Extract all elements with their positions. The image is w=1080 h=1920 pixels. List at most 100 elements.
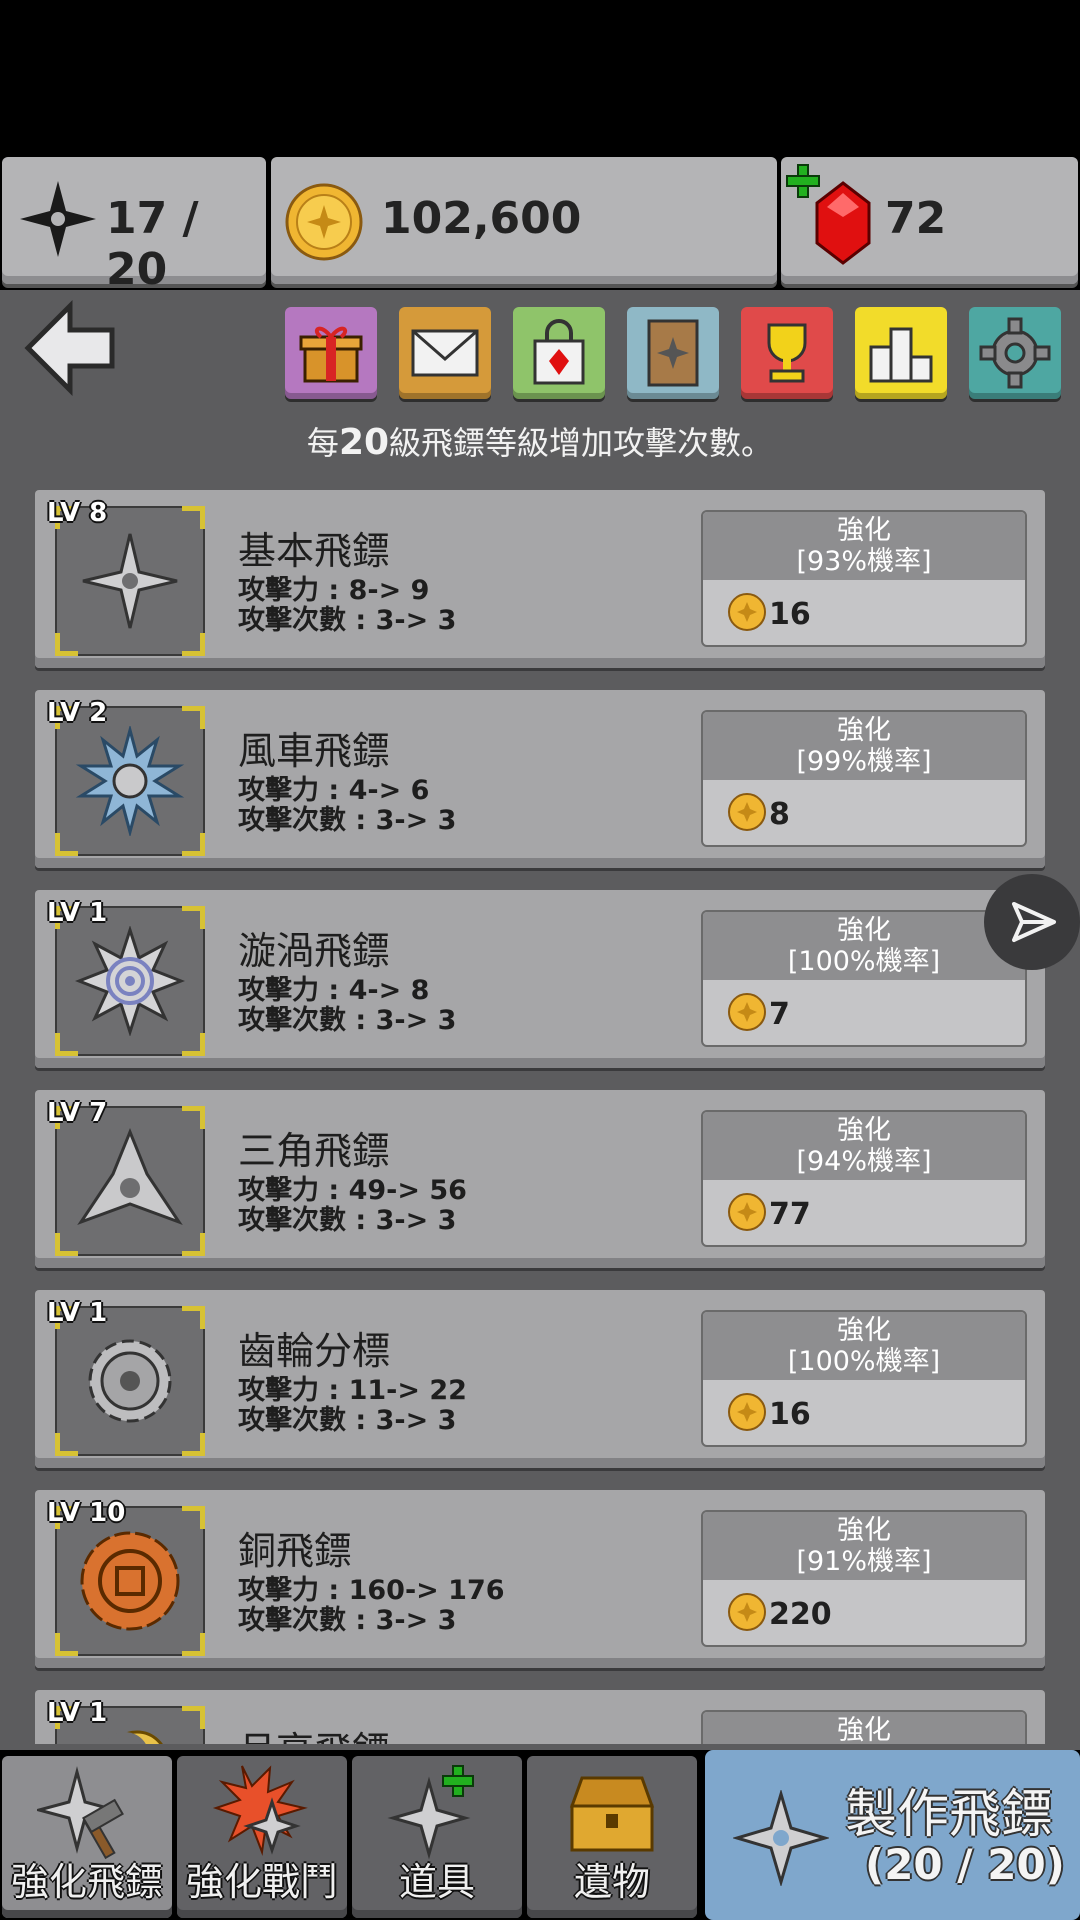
shuriken-card: LV 1 齒輪分標 攻擊力 : 11-> 22 攻擊次數 : 3-> 3 強化[… xyxy=(35,1290,1045,1468)
gem-amount: 72 xyxy=(885,193,947,244)
shuriken-card: LV 1 月亮飛鏢 強化 xyxy=(35,1690,1045,1744)
shuriken-name: 基本飛鏢 xyxy=(238,529,391,573)
level-label: LV 2 xyxy=(47,698,108,728)
upgrade-button[interactable]: 強化 [93%機率] 16 xyxy=(701,510,1027,647)
tab-upgrade-shuriken[interactable]: 強化飛鏢 xyxy=(2,1756,172,1918)
hits-stat: 攻擊次數 : 3-> 3 xyxy=(238,805,457,836)
shuriken-name: 三角飛鏢 xyxy=(238,1129,391,1173)
upgrade-button[interactable]: 強化 [94%機率] 77 xyxy=(701,1110,1027,1247)
level-label: LV 1 xyxy=(47,1698,108,1728)
tab-relics[interactable]: 遺物 xyxy=(527,1756,697,1918)
upgrade-cost: 8 xyxy=(769,797,790,832)
send-button[interactable] xyxy=(984,874,1080,970)
resource-bar: 17 / 20 102,600 72 xyxy=(0,157,1080,295)
shuriken-card: LV 2 風車飛鏢 攻擊力 : 4-> 6 攻擊次數 : 3-> 3 強化 [99… xyxy=(35,690,1045,868)
bottom-nav: 強化飛鏢 強化戰鬥 道具 遺物 製作飛鏢 (20 / 20) xyxy=(0,1750,1080,1920)
upgrade-cost: 220 xyxy=(769,1597,832,1632)
trophy-icon xyxy=(767,323,807,383)
upgrade-button[interactable]: 強化 xyxy=(701,1710,1027,1744)
upgrade-cost: 77 xyxy=(769,1197,811,1232)
shuriken-name: 漩渦飛鏢 xyxy=(238,929,391,973)
shuriken-card: LV 7 三角飛鏢 攻擊力 : 49-> 56 攻擊次數 : 3-> 3 強化[… xyxy=(35,1090,1045,1268)
hits-stat: 攻擊次數 : 3-> 3 xyxy=(238,605,457,636)
upgrade-button[interactable]: 強化 [100%機率] 16 xyxy=(701,1310,1027,1447)
mail-button[interactable] xyxy=(399,307,491,399)
shuriken-list[interactable]: LV 8 基本飛鏢 攻擊力 : 8-> 9 攻擊次數 : 3-> 3 強化 [93… xyxy=(35,490,1045,1744)
shuriken-thumbnail xyxy=(55,906,205,1056)
gold-coin-icon xyxy=(728,793,766,831)
level-label: LV 1 xyxy=(47,1298,108,1328)
tab-label: 強化飛鏢 xyxy=(10,1860,163,1904)
upgrade-cost: 16 xyxy=(769,597,811,632)
craft-title: 製作飛鏢 xyxy=(845,1785,1054,1845)
upgrade-button[interactable]: 強化 [91%機率] 220 xyxy=(701,1510,1027,1647)
shuriken-icon xyxy=(20,181,96,257)
red-gem-icon xyxy=(815,181,871,265)
codex-button[interactable] xyxy=(627,307,719,399)
gold-coin-icon xyxy=(285,183,363,261)
triangle-shuriken-icon xyxy=(77,1128,183,1225)
back-arrow-icon[interactable] xyxy=(20,298,120,398)
settings-button[interactable] xyxy=(969,307,1061,399)
tab-items[interactable]: 道具 xyxy=(352,1756,522,1918)
codex-icon xyxy=(647,319,699,387)
tab-label: 強化戰鬥 xyxy=(185,1860,338,1904)
craft-count: (20 / 20) xyxy=(865,1840,1065,1889)
hammer-shuriken-icon xyxy=(37,1766,124,1860)
hits-stat: 攻擊次數 : 3-> 3 xyxy=(238,1005,457,1036)
level-notice: 每20級飛鏢等級增加攻擊次數。 xyxy=(306,422,774,463)
upgrade-button[interactable]: 強化 [100%機率] 7 xyxy=(701,910,1027,1047)
send-icon xyxy=(1012,902,1056,942)
mail-icon xyxy=(411,329,479,377)
shuriken-thumbnail xyxy=(55,1506,205,1656)
craft-shuriken-button[interactable]: 製作飛鏢 (20 / 20) xyxy=(705,1750,1080,1920)
explosion-shuriken-icon xyxy=(212,1765,308,1856)
hits-stat: 攻擊次數 : 3-> 3 xyxy=(238,1605,457,1636)
gold-coin-icon xyxy=(728,1593,766,1631)
gold-coin-icon xyxy=(728,993,766,1031)
shuriken-card: LV 10 銅飛鏢 攻擊力 : 160-> 176 攻擊次數 : 3-> 3 強… xyxy=(35,1490,1045,1668)
shuriken-thumbnail xyxy=(55,1106,205,1256)
shuriken-card: LV 8 基本飛鏢 攻擊力 : 8-> 9 攻擊次數 : 3-> 3 強化 [93… xyxy=(35,490,1045,668)
hits-stat: 攻擊次數 : 3-> 3 xyxy=(238,1405,457,1436)
upgrade-cost: 16 xyxy=(769,1397,811,1432)
upgrade-cost: 7 xyxy=(769,997,790,1032)
gear-icon xyxy=(979,317,1051,389)
gold-coin-icon xyxy=(728,593,766,631)
shuriken-thumbnail xyxy=(55,706,205,856)
shop-icon xyxy=(533,319,585,385)
hits-stat: 攻擊次數 : 3-> 3 xyxy=(238,1205,457,1236)
gift-button[interactable] xyxy=(285,307,377,399)
gold-coin-icon xyxy=(728,1393,766,1431)
gear-shuriken-icon xyxy=(88,1339,172,1423)
treasure-chest-icon xyxy=(569,1776,655,1852)
ranking-icon xyxy=(869,327,933,383)
shuriken-name: 月亮飛鏢 xyxy=(238,1720,390,1744)
shuriken-icon xyxy=(733,1790,829,1886)
trophy-button[interactable] xyxy=(741,307,833,399)
bronze-shuriken-icon xyxy=(80,1531,180,1631)
item-add-icon xyxy=(387,1765,474,1860)
windmill-shuriken-icon xyxy=(75,726,185,836)
level-label: LV 8 xyxy=(47,498,108,528)
vortex-shuriken-icon xyxy=(75,926,185,1036)
shuriken-thumbnail xyxy=(55,506,205,656)
gift-icon xyxy=(299,326,363,383)
tab-label: 遺物 xyxy=(573,1860,650,1904)
gold-amount: 102,600 xyxy=(381,193,582,244)
tab-upgrade-battle[interactable]: 強化戰鬥 xyxy=(177,1756,347,1918)
shuriken-thumbnail xyxy=(55,1306,205,1456)
level-label: LV 10 xyxy=(47,1498,126,1528)
gem-counter[interactable]: 72 xyxy=(781,157,1078,284)
shuriken-card: LV 1 漩渦飛鏢 攻擊力 : 4-> 8 攻擊次數 : 3-> 3 強化 [10… xyxy=(35,890,1045,1068)
level-label: LV 7 xyxy=(47,1098,108,1128)
gold-coin-icon xyxy=(728,1193,766,1231)
shuriken-counter: 17 / 20 xyxy=(2,157,266,295)
gold-counter: 102,600 xyxy=(271,157,777,284)
upgrade-button[interactable]: 強化 [99%機率] 8 xyxy=(701,710,1027,847)
shop-button[interactable] xyxy=(513,307,605,399)
shuriken-name: 齒輪分標 xyxy=(238,1329,391,1373)
tab-label: 道具 xyxy=(398,1860,475,1904)
shuriken-count: 17 / 20 xyxy=(106,193,199,295)
ranking-button[interactable] xyxy=(855,307,947,399)
